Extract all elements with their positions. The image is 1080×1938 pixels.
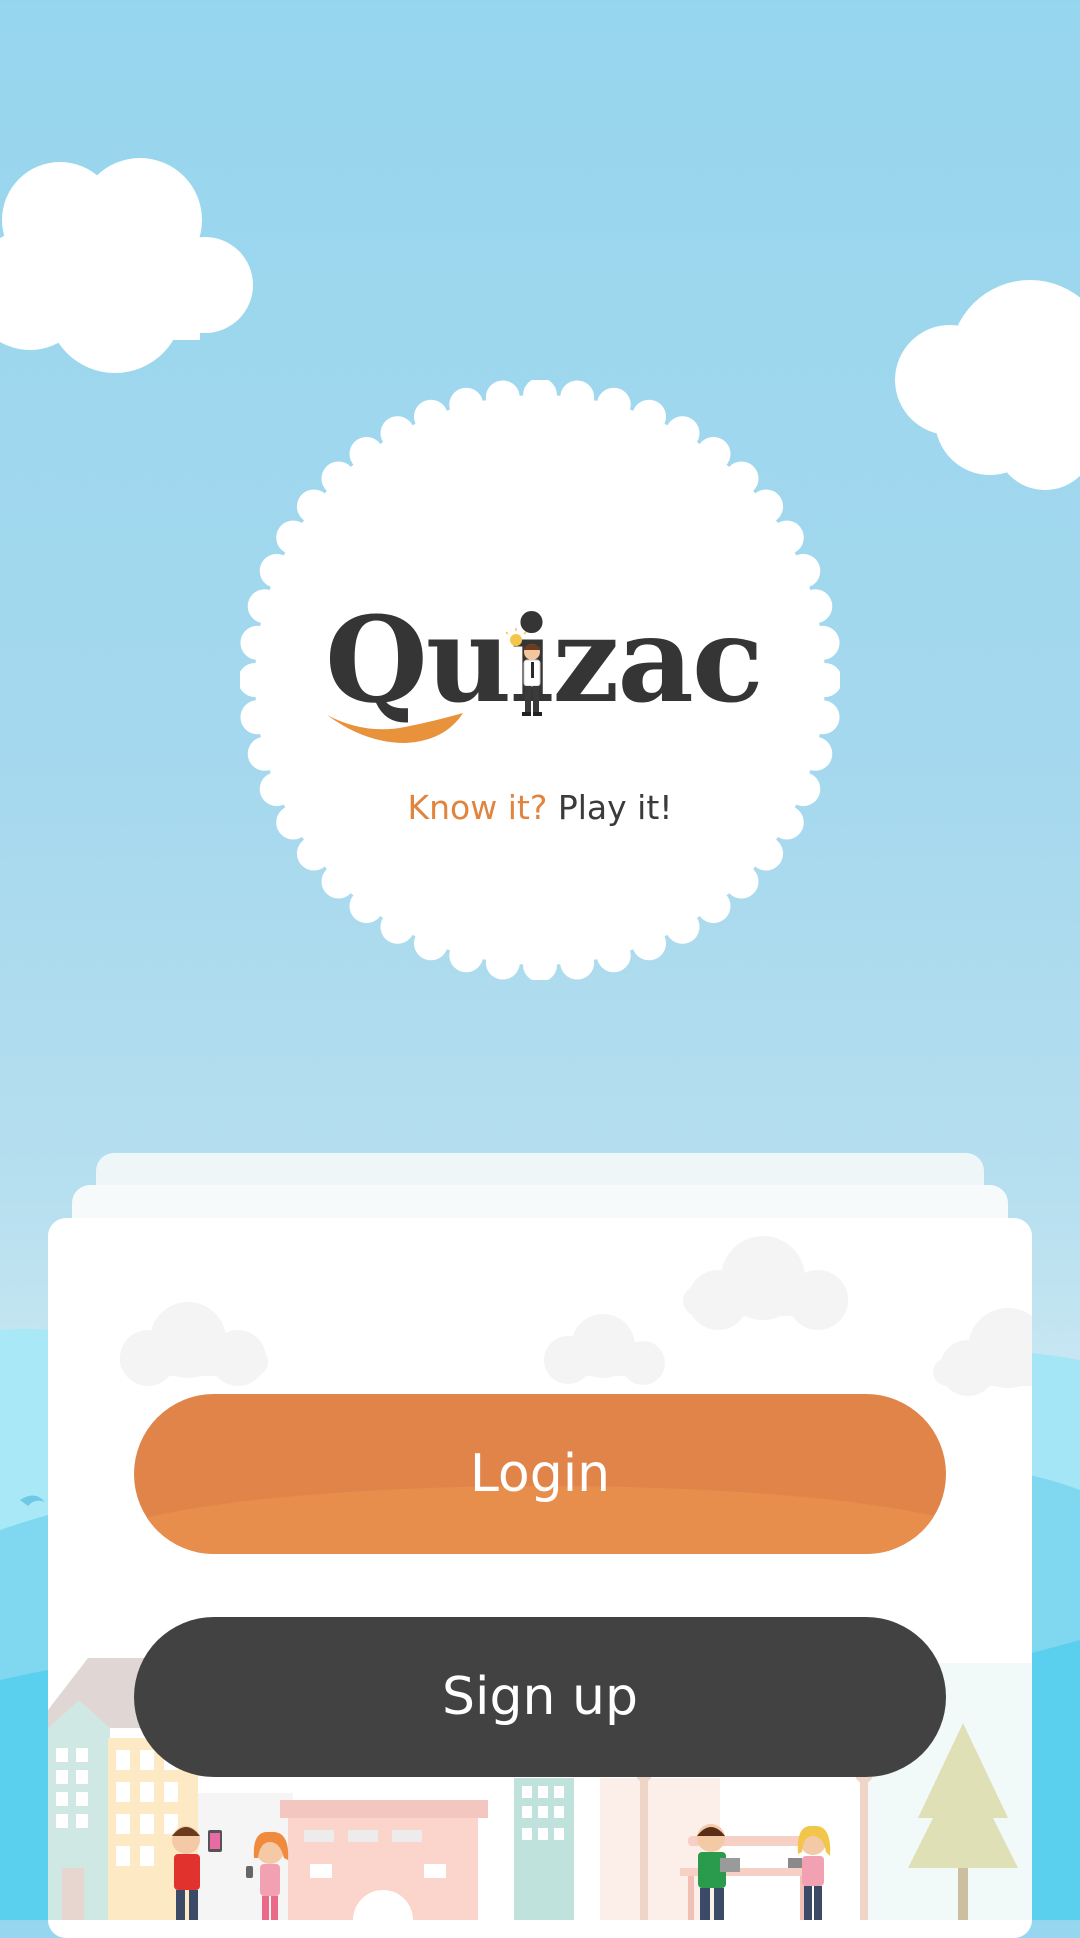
scallop-bump <box>413 399 448 434</box>
faint-clouds <box>120 1236 1032 1396</box>
scallop-bump <box>696 436 731 471</box>
tagline: Know it? Play it! <box>240 788 840 827</box>
scallop-bump <box>247 589 282 624</box>
scallop-bump <box>560 945 595 980</box>
scallop-bump <box>449 938 484 973</box>
scallop-bump <box>349 436 384 471</box>
scallop-bump <box>596 387 631 422</box>
logo-badge: Quizac Know it? Play it! <box>240 380 840 980</box>
scallop-bump <box>247 736 282 771</box>
auth-card: Login Sign up <box>48 1218 1032 1938</box>
mascot-icon <box>505 628 542 716</box>
scallop-bump <box>696 889 731 924</box>
scallop-bump <box>749 489 784 524</box>
scallop-bump <box>380 416 415 451</box>
scallop-bump <box>632 926 667 961</box>
scallop-bump <box>798 736 833 771</box>
scallop-bump <box>596 938 631 973</box>
scallop-bump <box>798 589 833 624</box>
scallop-bump <box>805 700 840 735</box>
signup-button[interactable]: Sign up <box>134 1617 946 1777</box>
scallop-bump <box>769 520 804 555</box>
lightbulb-icon <box>505 628 527 646</box>
scallop-bump <box>296 836 331 871</box>
scallop-bump <box>321 864 356 899</box>
logo-swoosh <box>327 713 463 743</box>
tagline-play-it: Play it! <box>557 788 673 827</box>
scallop-bump <box>240 625 275 660</box>
login-button[interactable]: Login <box>134 1394 946 1554</box>
scallop-bump <box>560 380 595 415</box>
cloud-right <box>895 280 1080 490</box>
scallop-bump <box>296 489 331 524</box>
tagline-know-it: Know it? <box>407 788 548 827</box>
scallop-bump <box>413 926 448 961</box>
card-illustration <box>48 1236 1032 1920</box>
scallop-bump <box>724 461 759 496</box>
cloud-icon <box>683 1236 848 1330</box>
scallop-bump <box>724 864 759 899</box>
cloud-icon <box>120 1302 268 1386</box>
scallop-bump <box>321 461 356 496</box>
scallop-bump <box>786 553 821 588</box>
scallop-bump <box>485 945 520 980</box>
scallop-bump <box>665 909 700 944</box>
cloud-icon <box>544 1314 665 1385</box>
scallop-bump <box>240 700 275 735</box>
scallop-bump <box>485 380 520 415</box>
cloud-top-left <box>0 158 253 373</box>
scallop-bump <box>805 625 840 660</box>
scallop-bump <box>449 387 484 422</box>
scallop-bump <box>665 416 700 451</box>
scallop-bump <box>259 553 294 588</box>
scallop-bump <box>632 399 667 434</box>
cloud-icon <box>933 1308 1032 1396</box>
login-button-label: Login <box>469 1444 611 1504</box>
scallop-bump <box>380 909 415 944</box>
scallop-bump <box>349 889 384 924</box>
scallop-bump <box>749 836 784 871</box>
signup-button-label: Sign up <box>442 1667 638 1727</box>
scallop-bump <box>276 520 311 555</box>
